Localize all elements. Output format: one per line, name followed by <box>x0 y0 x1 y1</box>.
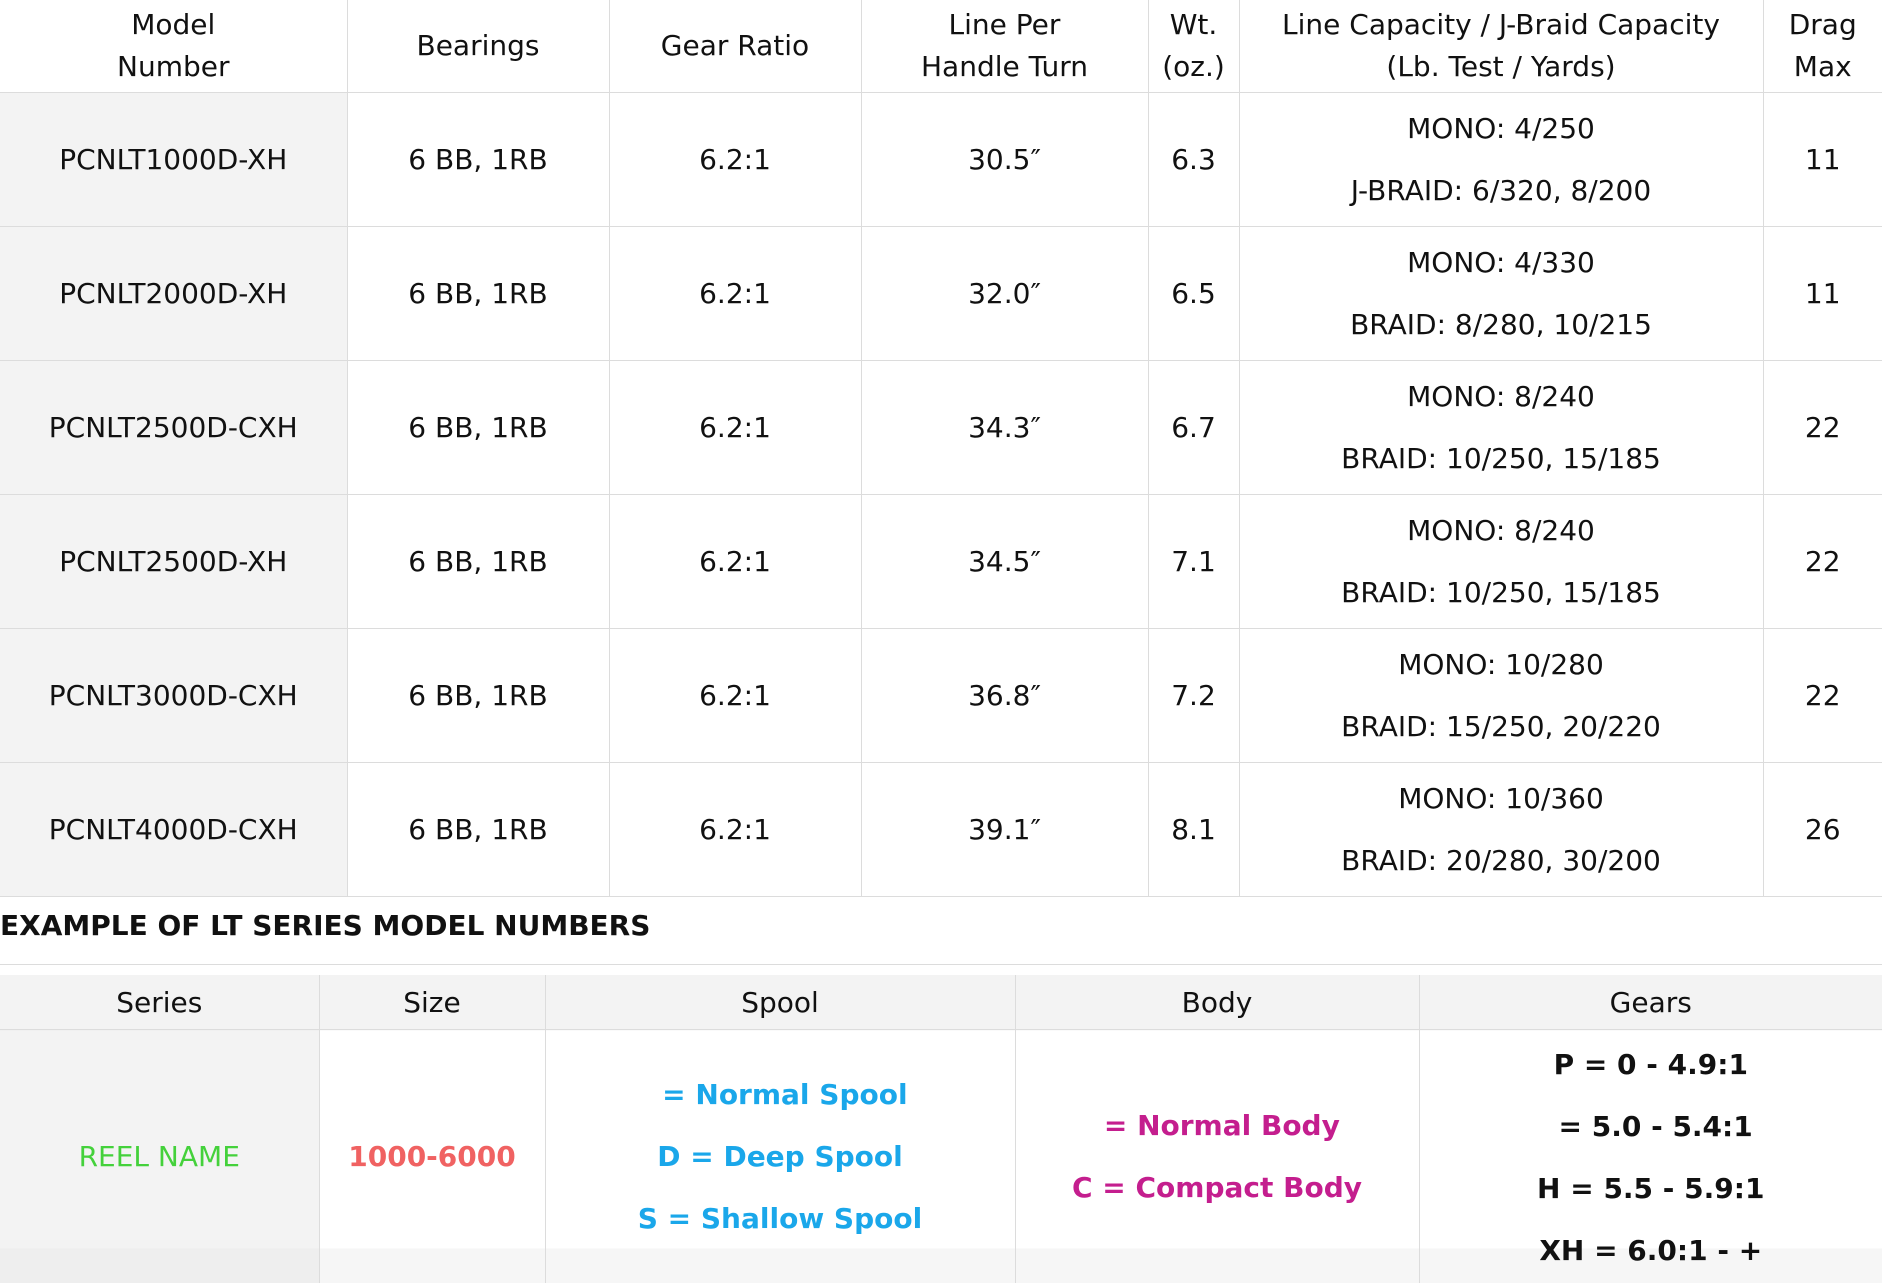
model-number-cell: PCNLT1000D-XH <box>0 93 347 227</box>
bearings-cell: 6 BB, 1RB <box>347 361 609 495</box>
header-gears: Gears <box>1419 975 1882 1030</box>
line-capacity-cell: MONO: 10/280BRAID: 15/250, 20/220 <box>1239 629 1763 763</box>
mono-capacity: MONO: 4/250 <box>1246 98 1757 160</box>
body-cell: = Normal Body C = Compact Body <box>1015 1030 1419 1283</box>
drag-max-cell: 22 <box>1763 629 1882 763</box>
table-row: PCNLT2500D-XH 6 BB, 1RB 6.2:1 34.5″ 7.1 … <box>0 495 1882 629</box>
model-number-legend-table: Series Size Spool Body Gears REEL NAME 1… <box>0 975 1882 1283</box>
model-number-cell: PCNLT3000D-CXH <box>0 629 347 763</box>
model-number-cell: PCNLT2500D-XH <box>0 495 347 629</box>
weight-cell: 8.1 <box>1148 763 1239 897</box>
mono-capacity: MONO: 10/360 <box>1246 768 1757 830</box>
gear-normal: = 5.0 - 5.4:1 <box>1421 1096 1882 1158</box>
model-number-cell: PCNLT4000D-CXH <box>0 763 347 897</box>
line-per-turn-cell: 30.5″ <box>861 93 1148 227</box>
size-range-label: 1000-6000 <box>348 1140 515 1173</box>
line-per-turn-cell: 36.8″ <box>861 629 1148 763</box>
drag-max-cell: 22 <box>1763 495 1882 629</box>
gear-ratio-cell: 6.2:1 <box>609 93 861 227</box>
table-row: PCNLT1000D-XH 6 BB, 1RB 6.2:1 30.5″ 6.3 … <box>0 93 1882 227</box>
gear-ratio-cell: 6.2:1 <box>609 227 861 361</box>
header-drag-max: DragMax <box>1763 0 1882 93</box>
header-line-per-turn: Line PerHandle Turn <box>861 0 1148 93</box>
braid-capacity: BRAID: 20/280, 30/200 <box>1246 830 1757 892</box>
table-row: PCNLT4000D-CXH 6 BB, 1RB 6.2:1 39.1″ 8.1… <box>0 763 1882 897</box>
mono-capacity: MONO: 8/240 <box>1246 366 1757 428</box>
gears-cell: P = 0 - 4.9:1 = 5.0 - 5.4:1 H = 5.5 - 5.… <box>1419 1030 1882 1283</box>
header-bearings: Bearings <box>347 0 609 93</box>
gear-h: H = 5.5 - 5.9:1 <box>1421 1158 1882 1220</box>
specs-header-row: ModelNumber Bearings Gear Ratio Line Per… <box>0 0 1882 93</box>
bearings-cell: 6 BB, 1RB <box>347 227 609 361</box>
header-spool: Spool <box>545 975 1015 1030</box>
gear-xh: XH = 6.0:1 - + <box>1421 1220 1882 1282</box>
header-size: Size <box>319 975 545 1030</box>
weight-cell: 6.7 <box>1148 361 1239 495</box>
gear-p: P = 0 - 4.9:1 <box>1421 1034 1882 1096</box>
size-cell: 1000-6000 <box>319 1030 545 1283</box>
weight-cell: 7.1 <box>1148 495 1239 629</box>
weight-cell: 7.2 <box>1148 629 1239 763</box>
line-capacity-cell: MONO: 10/360BRAID: 20/280, 30/200 <box>1239 763 1763 897</box>
series-cell: REEL NAME <box>0 1030 319 1283</box>
model-number-cell: PCNLT2500D-CXH <box>0 361 347 495</box>
spool-cell: = Normal Spool D = Deep Spool S = Shallo… <box>545 1030 1015 1283</box>
drag-max-cell: 22 <box>1763 361 1882 495</box>
drag-max-cell: 26 <box>1763 763 1882 897</box>
legend-row: REEL NAME 1000-6000 = Normal Spool D = D… <box>0 1030 1882 1283</box>
mono-capacity: MONO: 10/280 <box>1246 634 1757 696</box>
bearings-cell: 6 BB, 1RB <box>347 495 609 629</box>
example-section-title: EXAMPLE OF LT SERIES MODEL NUMBERS <box>0 897 1882 965</box>
spool-deep: D = Deep Spool <box>547 1126 1014 1188</box>
line-capacity-cell: MONO: 8/240BRAID: 10/250, 15/185 <box>1239 495 1763 629</box>
line-capacity-cell: MONO: 4/330BRAID: 8/280, 10/215 <box>1239 227 1763 361</box>
drag-max-cell: 11 <box>1763 227 1882 361</box>
header-weight: Wt.(oz.) <box>1148 0 1239 93</box>
bearings-cell: 6 BB, 1RB <box>347 629 609 763</box>
table-row: PCNLT2000D-XH 6 BB, 1RB 6.2:1 32.0″ 6.5 … <box>0 227 1882 361</box>
line-capacity-cell: MONO: 4/250J-BRAID: 6/320, 8/200 <box>1239 93 1763 227</box>
line-capacity-cell: MONO: 8/240BRAID: 10/250, 15/185 <box>1239 361 1763 495</box>
specs-table: ModelNumber Bearings Gear Ratio Line Per… <box>0 0 1882 897</box>
header-model-number: ModelNumber <box>0 0 347 93</box>
header-gear-ratio: Gear Ratio <box>609 0 861 93</box>
header-series: Series <box>0 975 319 1030</box>
header-body: Body <box>1015 975 1419 1030</box>
braid-capacity: BRAID: 10/250, 15/185 <box>1246 562 1757 624</box>
spool-shallow: S = Shallow Spool <box>547 1188 1014 1250</box>
table-row: PCNLT2500D-CXH 6 BB, 1RB 6.2:1 34.3″ 6.7… <box>0 361 1882 495</box>
line-per-turn-cell: 34.3″ <box>861 361 1148 495</box>
gear-ratio-cell: 6.2:1 <box>609 763 861 897</box>
line-per-turn-cell: 34.5″ <box>861 495 1148 629</box>
line-per-turn-cell: 32.0″ <box>861 227 1148 361</box>
legend-header-row: Series Size Spool Body Gears <box>0 975 1882 1030</box>
mono-capacity: MONO: 8/240 <box>1246 500 1757 562</box>
table-row: PCNLT3000D-CXH 6 BB, 1RB 6.2:1 36.8″ 7.2… <box>0 629 1882 763</box>
drag-max-cell: 11 <box>1763 93 1882 227</box>
gear-ratio-cell: 6.2:1 <box>609 629 861 763</box>
header-line-capacity: Line Capacity / J-Braid Capacity(Lb. Tes… <box>1239 0 1763 93</box>
bearings-cell: 6 BB, 1RB <box>347 763 609 897</box>
body-compact: C = Compact Body <box>1017 1157 1418 1219</box>
mono-capacity: MONO: 4/330 <box>1246 232 1757 294</box>
weight-cell: 6.5 <box>1148 227 1239 361</box>
gear-ratio-cell: 6.2:1 <box>609 361 861 495</box>
braid-capacity: BRAID: 8/280, 10/215 <box>1246 294 1757 356</box>
weight-cell: 6.3 <box>1148 93 1239 227</box>
braid-capacity: BRAID: 15/250, 20/220 <box>1246 696 1757 758</box>
reel-name-label: REEL NAME <box>79 1140 240 1173</box>
spool-normal: = Normal Spool <box>547 1064 1014 1126</box>
braid-capacity: BRAID: 10/250, 15/185 <box>1246 428 1757 490</box>
bearings-cell: 6 BB, 1RB <box>347 93 609 227</box>
body-normal: = Normal Body <box>1017 1095 1418 1157</box>
braid-capacity: J-BRAID: 6/320, 8/200 <box>1246 160 1757 222</box>
line-per-turn-cell: 39.1″ <box>861 763 1148 897</box>
gear-ratio-cell: 6.2:1 <box>609 495 861 629</box>
model-number-cell: PCNLT2000D-XH <box>0 227 347 361</box>
